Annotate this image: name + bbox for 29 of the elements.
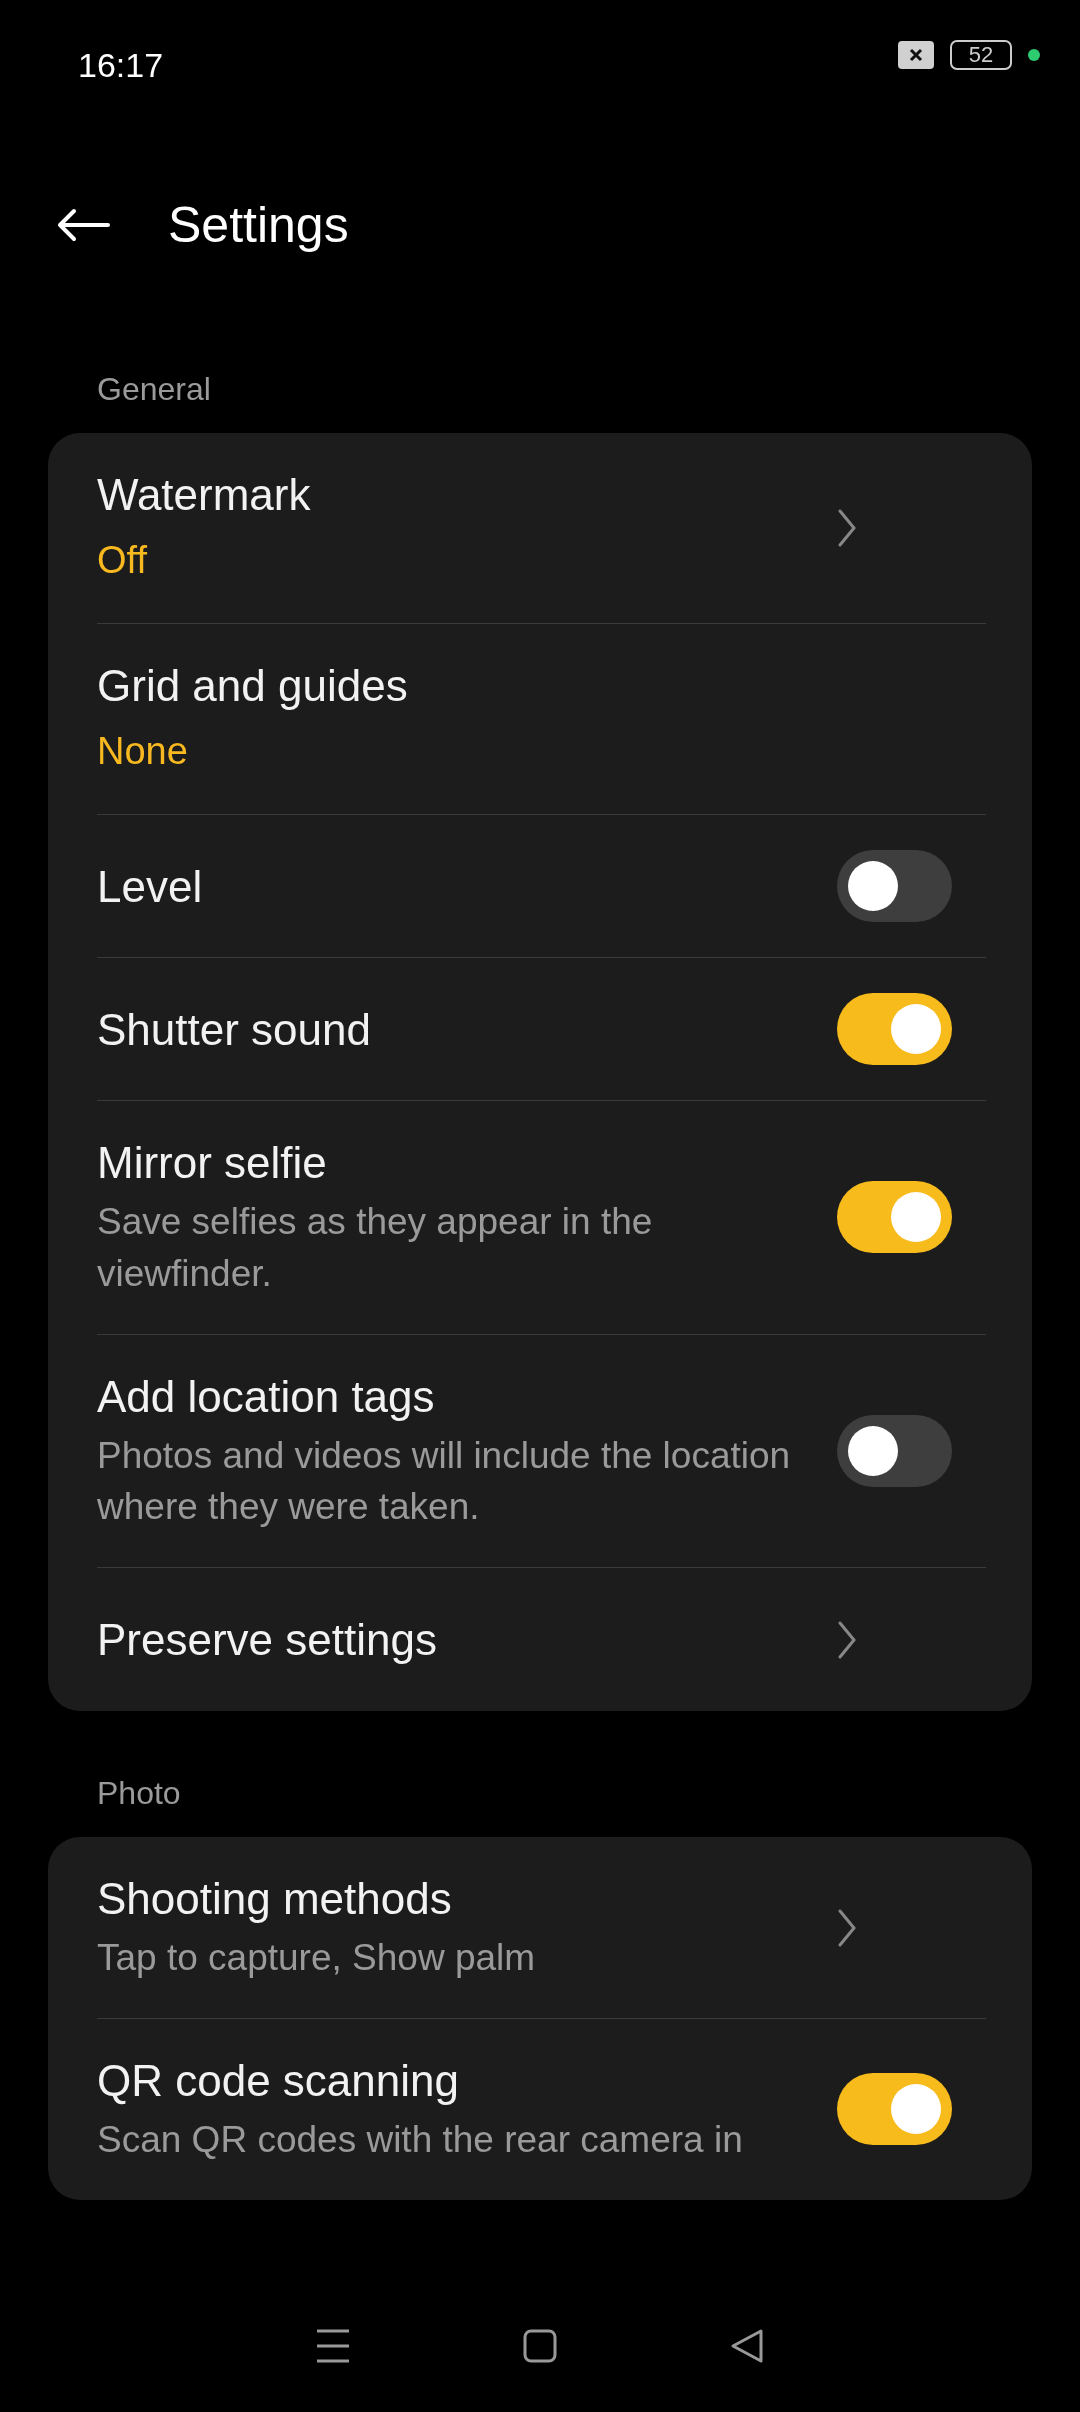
setting-title: Level	[97, 860, 204, 913]
settings-row[interactable]: QR code scanning Scan QR codes with the rear camera in	[97, 2019, 986, 2200]
section-label: General	[96, 370, 212, 409]
section-label: Photo	[96, 1774, 182, 1814]
settings-row[interactable]: Watermark Off	[97, 433, 986, 624]
battery-indicator: 52	[950, 40, 1012, 70]
setting-title: Add location tags	[97, 1370, 436, 1423]
setting-title: QR code scanning	[97, 2055, 460, 2107]
setting-title: Mirror selfie	[97, 1137, 328, 1189]
settings-row[interactable]: Add location tags Photos and videos will include the location where they were taken.	[97, 1334, 986, 1569]
settings-row[interactable]: Shooting methods Tap to capture, Show palm	[97, 1837, 986, 2019]
setting-description: Tap to capture, Show palm	[97, 1936, 537, 1981]
setting-title: Watermark	[97, 469, 312, 521]
setting-title: Shutter sound	[97, 1003, 372, 1056]
setting-value: None	[97, 729, 189, 774]
setting-description: Save selfies as they appear in the viewfinder.	[97, 1200, 654, 1296]
settings-row[interactable]: Mirror selfie Save selfies as they appear in the viewfinder.	[97, 1101, 986, 1335]
settings-row[interactable]: Preserve settings	[97, 1568, 986, 1712]
setting-description: Photos and videos will include the location where they were taken.	[97, 1433, 792, 1530]
setting-title: Grid and guides	[97, 660, 409, 712]
clock: 16:17	[78, 45, 164, 86]
page-title: Settings	[168, 196, 349, 255]
setting-title: Preserve settings	[97, 1614, 438, 1667]
setting-description: Scan QR codes with the rear camera in	[97, 2118, 744, 2162]
setting-title: Shooting methods	[97, 1873, 453, 1926]
settings-row[interactable]: Level	[97, 815, 986, 958]
setting-value: Off	[97, 538, 148, 583]
settings-row[interactable]: Shutter sound	[97, 958, 986, 1101]
settings-row[interactable]: Grid and guides None	[97, 624, 986, 815]
